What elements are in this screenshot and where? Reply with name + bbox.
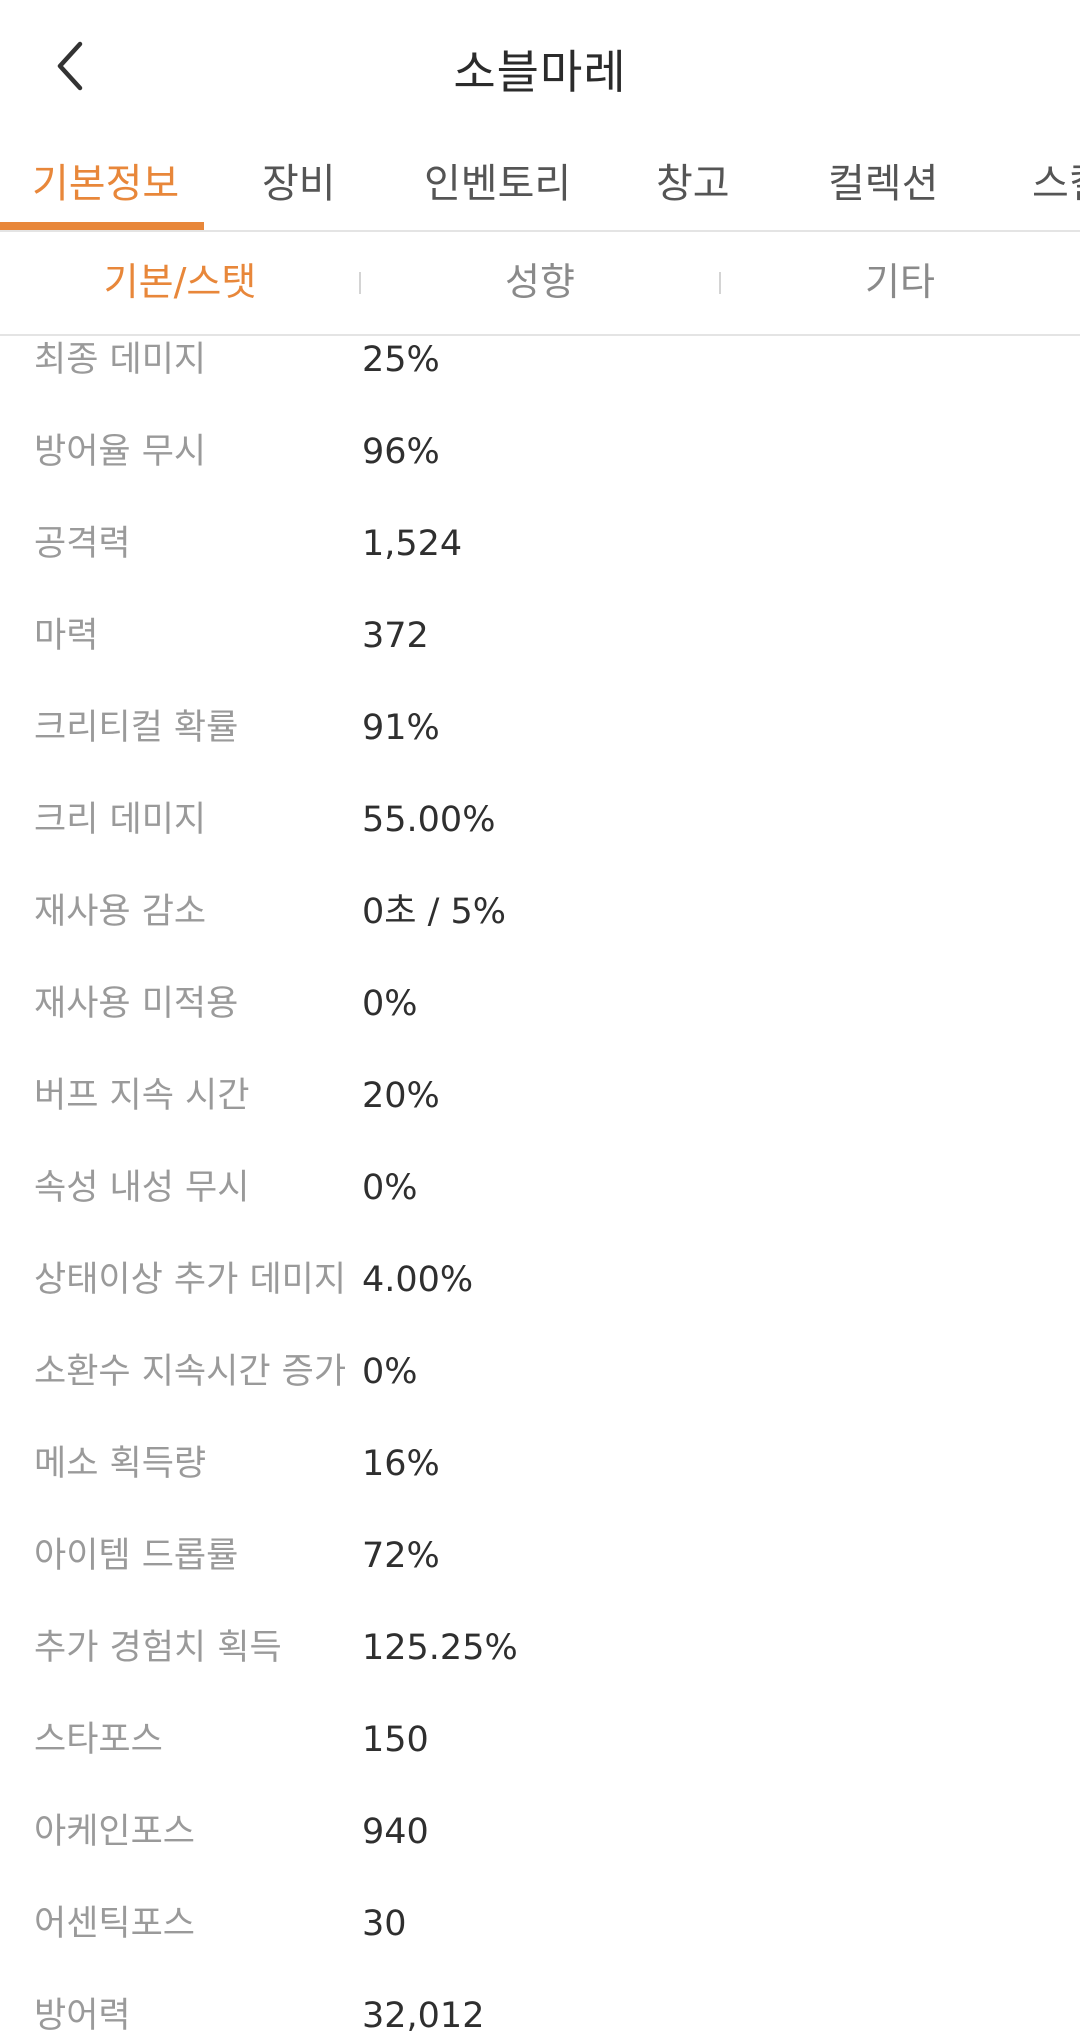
stat-label: 어센틱포스	[34, 1904, 196, 1944]
stat-label: 방어력	[34, 1996, 131, 2032]
stat-value: 150	[362, 1720, 429, 1760]
stat-label: 속성 내성 무시	[34, 1168, 250, 1208]
stat-value: 96%	[362, 432, 440, 472]
stat-value: 0%	[362, 1168, 418, 1208]
stat-value: 0%	[362, 1352, 418, 1392]
stat-value: 4.00%	[362, 1260, 474, 1300]
stat-value: 1,524	[362, 524, 463, 564]
stat-row: 버프 지속 시간 20%	[0, 1050, 1080, 1142]
stat-row: 재사용 감소 0초 / 5%	[0, 866, 1080, 958]
stat-value: 16%	[362, 1444, 440, 1484]
stat-row: 재사용 미적용 0%	[0, 958, 1080, 1050]
stat-label: 재사용 감소	[34, 892, 207, 932]
stat-value: 0%	[362, 984, 418, 1024]
page-title: 소블마레	[453, 45, 627, 99]
active-tab-indicator	[0, 222, 204, 230]
stat-row: 방어력 32,012	[0, 1970, 1080, 2032]
stat-label: 재사용 미적용	[34, 984, 239, 1024]
stat-value: 55.00%	[362, 800, 496, 840]
stat-row: 소환수 지속시간 증가 0%	[0, 1326, 1080, 1418]
subtab-basic-stat[interactable]: 기본/스탯	[0, 232, 360, 332]
stat-row: 방어율 무시 96%	[0, 406, 1080, 498]
stat-row: 추가 경험치 획득 125.25%	[0, 1602, 1080, 1694]
stat-row: 공격력 1,524	[0, 498, 1080, 590]
sub-tab-bar: 기본/스탯 성향 기타	[0, 232, 1080, 336]
stat-row: 아케인포스 940	[0, 1786, 1080, 1878]
stat-value: 72%	[362, 1536, 440, 1576]
stat-label: 버프 지속 시간	[34, 1076, 250, 1116]
stat-value: 91%	[362, 708, 440, 748]
stat-label: 방어율 무시	[34, 432, 207, 472]
stat-value: 940	[362, 1812, 429, 1852]
stat-row: 크리 데미지 55.00%	[0, 774, 1080, 866]
stat-label: 메소 획득량	[34, 1444, 207, 1484]
stat-row: 메소 획득량 16%	[0, 1418, 1080, 1510]
stat-value: 372	[362, 616, 429, 656]
stat-label: 최종 데미지	[34, 340, 207, 380]
main-tab-bar: 기본정보 장비 인벤토리 창고 컬렉션 스킬	[0, 140, 1080, 232]
stat-row: 최종 데미지 25%	[0, 336, 1080, 406]
stat-label: 아케인포스	[34, 1812, 196, 1852]
tab-equipment[interactable]: 장비	[262, 154, 336, 214]
stat-label: 아이템 드롭률	[34, 1536, 239, 1576]
stat-row: 속성 내성 무시 0%	[0, 1142, 1080, 1234]
tab-skill[interactable]: 스킬	[1032, 154, 1080, 214]
stat-row: 스타포스 150	[0, 1694, 1080, 1786]
stat-label: 추가 경험치 획득	[34, 1628, 282, 1668]
stat-label: 크리티컬 확률	[34, 708, 239, 748]
stat-value: 125.25%	[362, 1628, 518, 1668]
stat-row: 아이템 드롭률 72%	[0, 1510, 1080, 1602]
app-header: 소블마레	[0, 0, 1080, 140]
stat-row: 상태이상 추가 데미지 4.00%	[0, 1234, 1080, 1326]
stat-value: 0초 / 5%	[362, 892, 507, 932]
stat-value: 25%	[362, 340, 440, 380]
stat-row: 어센틱포스 30	[0, 1878, 1080, 1970]
stat-label: 공격력	[34, 524, 131, 564]
subtab-disposition[interactable]: 성향	[360, 232, 720, 332]
stat-value: 30	[362, 1904, 407, 1944]
stat-row: 마력 372	[0, 590, 1080, 682]
stat-label: 상태이상 추가 데미지	[34, 1260, 347, 1300]
stat-label: 스타포스	[34, 1720, 163, 1760]
subtab-etc[interactable]: 기타	[720, 232, 1080, 332]
stat-row: 크리티컬 확률 91%	[0, 682, 1080, 774]
tab-basic-info[interactable]: 기본정보	[32, 154, 179, 214]
stat-value: 20%	[362, 1076, 440, 1116]
stat-value: 32,012	[362, 1996, 485, 2032]
tab-inventory[interactable]: 인벤토리	[424, 154, 571, 214]
tab-storage[interactable]: 창고	[656, 154, 730, 214]
tab-collection[interactable]: 컬렉션	[828, 154, 938, 214]
stat-label: 마력	[34, 616, 99, 656]
stat-label: 소환수 지속시간 증가	[34, 1352, 347, 1392]
stat-list: 최종 데미지 25% 방어율 무시 96% 공격력 1,524 마력 372 크…	[0, 336, 1080, 2032]
stat-label: 크리 데미지	[34, 800, 207, 840]
